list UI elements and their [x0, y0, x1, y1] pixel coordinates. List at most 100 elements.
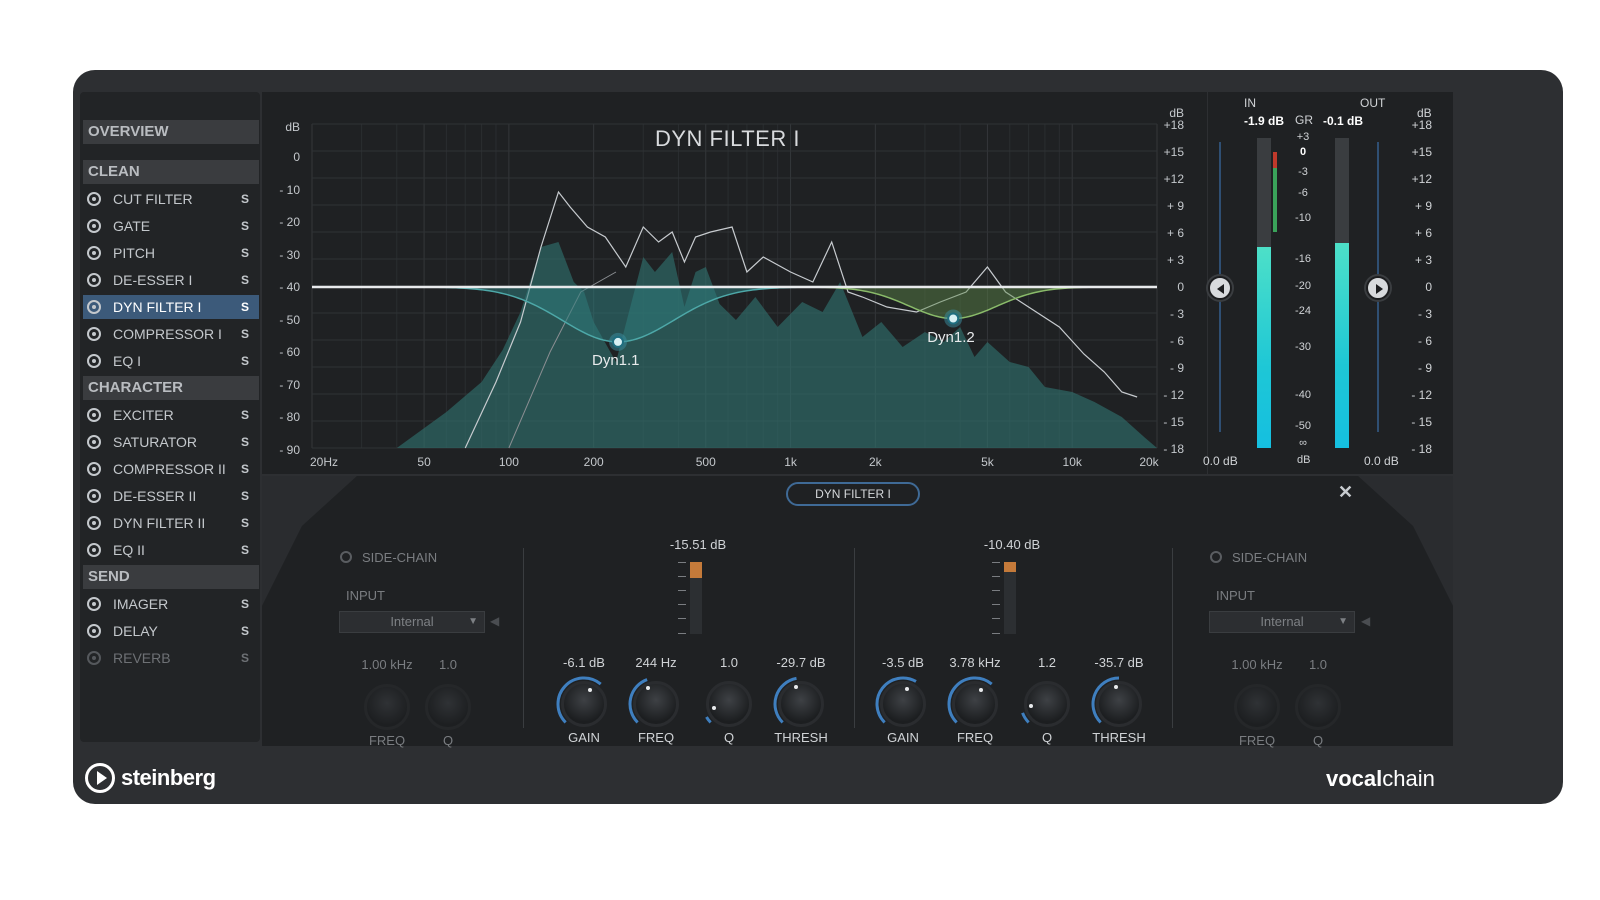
- power-icon[interactable]: [87, 219, 101, 233]
- solo-button[interactable]: S: [241, 241, 249, 265]
- sidebar-item-de-esser-ii[interactable]: DE-ESSER II S: [83, 484, 259, 508]
- speaker-icon[interactable]: ◀: [490, 614, 499, 628]
- divider: [523, 548, 524, 728]
- solo-button[interactable]: S: [241, 457, 249, 481]
- sidebar-item-compressor-i[interactable]: COMPRESSOR I S: [83, 322, 259, 346]
- solo-button[interactable]: S: [241, 430, 249, 454]
- in-meter-fill: [1257, 246, 1271, 448]
- gr-scale-label: -16: [1295, 253, 1311, 265]
- power-icon[interactable]: [87, 651, 101, 665]
- sidebar-item-reverb[interactable]: REVERB S: [83, 646, 259, 670]
- sidebar-item-eq-i[interactable]: EQ I S: [83, 349, 259, 373]
- power-icon[interactable]: [87, 462, 101, 476]
- band1-q-value: 1.0: [719, 655, 739, 670]
- solo-button[interactable]: S: [241, 214, 249, 238]
- right-sidechain-toggle[interactable]: [1210, 551, 1222, 563]
- band2-node[interactable]: [947, 312, 960, 325]
- sidebar-item-label: REVERB: [113, 650, 171, 666]
- right-sc-freq-label: FREQ: [1238, 733, 1276, 748]
- power-icon[interactable]: [87, 300, 101, 314]
- left-sidechain-toggle[interactable]: [340, 551, 352, 563]
- left-scale-label: - 80: [279, 410, 300, 424]
- power-icon[interactable]: [87, 354, 101, 368]
- power-icon[interactable]: [87, 408, 101, 422]
- product-name: vocalchain: [1326, 766, 1435, 792]
- solo-button[interactable]: S: [241, 349, 249, 373]
- sidebar-item-label: CUT FILTER: [113, 191, 193, 207]
- solo-button[interactable]: S: [241, 295, 249, 319]
- overview-button[interactable]: OVERVIEW: [83, 120, 259, 144]
- solo-button[interactable]: S: [241, 619, 249, 643]
- right-sc-q-value: 1.0: [1308, 657, 1328, 672]
- sidebar-item-compressor-ii[interactable]: COMPRESSOR II S: [83, 457, 259, 481]
- in-peak-value: -1.9 dB: [1244, 114, 1285, 128]
- power-icon[interactable]: [87, 246, 101, 260]
- section-header-character: CHARACTER: [83, 376, 259, 400]
- gr-scale-label: -3: [1298, 166, 1308, 178]
- power-icon[interactable]: [87, 192, 101, 206]
- left-scale-label: - 70: [279, 377, 300, 392]
- sidebar-item-label: DELAY: [113, 623, 158, 639]
- gr-scale-label: -50: [1295, 420, 1311, 432]
- left-input-value: Internal: [390, 614, 434, 629]
- power-icon[interactable]: [87, 597, 101, 611]
- power-icon[interactable]: [87, 435, 101, 449]
- left-sc-freq-label: FREQ: [368, 733, 406, 748]
- sidebar-item-gate[interactable]: GATE S: [83, 214, 259, 238]
- right-sc-q-knob[interactable]: [1295, 684, 1341, 730]
- sidebar-item-label: GATE: [113, 218, 151, 234]
- left-sc-freq-knob[interactable]: [364, 684, 410, 730]
- sidebar-item-label: DYN FILTER I: [113, 299, 202, 315]
- sidebar-item-imager[interactable]: IMAGER S: [83, 592, 259, 616]
- chevron-down-icon: ▼: [1338, 616, 1348, 627]
- band2-thresh-value: -35.7 dB: [1094, 655, 1144, 670]
- sidebar-item-pitch[interactable]: PITCH S: [83, 241, 259, 265]
- solo-button[interactable]: S: [241, 403, 249, 427]
- section-header-clean: CLEAN: [83, 160, 259, 184]
- power-icon[interactable]: [87, 273, 101, 287]
- sidebar-item-saturator[interactable]: SATURATOR S: [83, 430, 259, 454]
- right-sc-freq-value: 1.00 kHz: [1231, 657, 1283, 672]
- solo-button[interactable]: S: [241, 322, 249, 346]
- right-scale-label: - 18: [1163, 442, 1184, 456]
- sidebar-item-dyn-filter-i[interactable]: DYN FILTER I S: [83, 295, 259, 319]
- right-sc-freq-knob[interactable]: [1234, 684, 1280, 730]
- right-scale-label: - 12: [1163, 388, 1184, 402]
- solo-button[interactable]: S: [241, 268, 249, 292]
- solo-button[interactable]: S: [241, 592, 249, 616]
- solo-button[interactable]: S: [241, 538, 249, 562]
- solo-button[interactable]: S: [241, 511, 249, 535]
- freq-axis-label: 5k: [981, 455, 994, 469]
- left-scale-label: 0: [293, 150, 300, 164]
- power-icon[interactable]: [87, 516, 101, 530]
- solo-button[interactable]: S: [241, 187, 249, 211]
- divider: [1172, 548, 1173, 728]
- power-icon[interactable]: [87, 327, 101, 341]
- sidebar-item-de-esser-i[interactable]: DE-ESSER I S: [83, 268, 259, 292]
- band1-q-arc: [705, 716, 712, 724]
- left-sc-q-knob[interactable]: [425, 684, 471, 730]
- left-scale-label: - 90: [279, 442, 300, 457]
- right-input-select[interactable]: Internal ▼: [1209, 611, 1355, 633]
- power-icon[interactable]: [87, 543, 101, 557]
- sidebar-item-cut-filter[interactable]: CUT FILTER S: [83, 187, 259, 211]
- in-gain-handle[interactable]: [1208, 276, 1232, 300]
- sidebar-item-delay[interactable]: DELAY S: [83, 619, 259, 643]
- solo-button[interactable]: S: [241, 646, 249, 670]
- left-scale-label: - 30: [279, 247, 300, 262]
- band1-freq-arc: [628, 678, 648, 724]
- in-label: IN: [1244, 96, 1256, 110]
- sidebar-item-eq-ii[interactable]: EQ II S: [83, 538, 259, 562]
- spectrum-fill: [312, 242, 1157, 448]
- gr-meter: [1273, 152, 1277, 232]
- out-gain-handle[interactable]: [1366, 276, 1390, 300]
- left-input-select[interactable]: Internal ▼: [339, 611, 485, 633]
- band1-node[interactable]: [611, 335, 624, 348]
- power-icon[interactable]: [87, 489, 101, 503]
- sidebar-item-dyn-filter-ii[interactable]: DYN FILTER II S: [83, 511, 259, 535]
- speaker-icon[interactable]: ◀: [1361, 614, 1370, 628]
- sidebar-item-exciter[interactable]: EXCITER S: [83, 403, 259, 427]
- power-icon[interactable]: [87, 624, 101, 638]
- close-panel-button[interactable]: ✕: [1338, 482, 1353, 503]
- solo-button[interactable]: S: [241, 484, 249, 508]
